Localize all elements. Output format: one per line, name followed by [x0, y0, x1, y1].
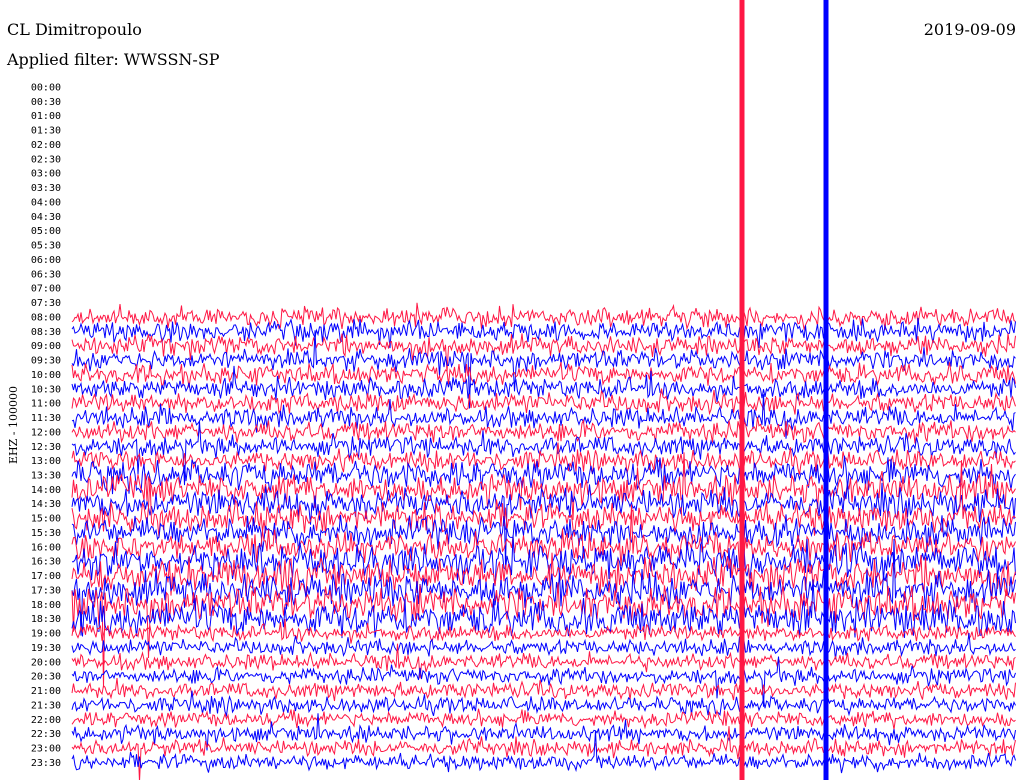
- time-tick-label: 19:00: [31, 629, 61, 640]
- time-tick-label: 13:00: [31, 456, 61, 467]
- time-tick-label: 12:30: [31, 442, 61, 453]
- time-tick-label: 06:00: [31, 255, 61, 266]
- time-tick-label: 10:00: [31, 370, 61, 381]
- time-tick-label: 20:00: [31, 657, 61, 668]
- time-tick-label: 22:00: [31, 715, 61, 726]
- time-tick-label: 08:00: [31, 312, 61, 323]
- time-tick-label: 04:00: [31, 197, 61, 208]
- time-tick-label: 21:30: [31, 700, 61, 711]
- time-tick-label: 12:00: [31, 427, 61, 438]
- time-tick-label: 11:00: [31, 399, 61, 410]
- channel-label: EHZ - 100000: [7, 386, 20, 464]
- event-spike-red: [739, 0, 745, 780]
- time-tick-label: 00:00: [31, 83, 61, 94]
- time-tick-label: 18:30: [31, 614, 61, 625]
- time-tick-label: 06:30: [31, 269, 61, 280]
- time-tick-label: 02:30: [31, 154, 61, 165]
- time-tick-label: 05:30: [31, 241, 61, 252]
- time-tick-label: 03:00: [31, 169, 61, 180]
- time-tick-label: 14:00: [31, 485, 61, 496]
- time-tick-label: 07:30: [31, 298, 61, 309]
- time-tick-label: 16:00: [31, 542, 61, 553]
- time-tick-label: 18:00: [31, 600, 61, 611]
- trace-row-1730: [71, 538, 1016, 636]
- time-tick-label: 01:30: [31, 126, 61, 137]
- time-tick-label: 10:30: [31, 384, 61, 395]
- time-tick-label: 14:30: [31, 499, 61, 510]
- time-tick-label: 05:00: [31, 226, 61, 237]
- time-tick-label: 22:30: [31, 729, 61, 740]
- time-tick-label: 09:00: [31, 341, 61, 352]
- time-tick-label: 17:30: [31, 585, 61, 596]
- helicorder-plot: 00:00 00:30 01:00 01:30 02:00 02:30 03:00 03:30…: [7, 0, 1016, 780]
- time-tick-label: 09:30: [31, 356, 61, 367]
- time-tick-label: 00:30: [31, 97, 61, 108]
- time-tick-label: 11:30: [31, 413, 61, 424]
- time-tick-label: 03:30: [31, 183, 61, 194]
- time-tick-label: 19:30: [31, 643, 61, 654]
- event-spike-blue: [823, 0, 829, 780]
- time-tick-label: 17:00: [31, 571, 61, 582]
- time-tick-label: 15:30: [31, 528, 61, 539]
- time-tick-label: 01:00: [31, 111, 61, 122]
- time-tick-label: 23:30: [31, 758, 61, 769]
- trace-row-1900: [71, 618, 1016, 644]
- time-tick-label: 13:30: [31, 470, 61, 481]
- trace-row-0930: [71, 330, 1016, 409]
- trace-row-0800: [71, 302, 1016, 331]
- time-axis: 00:00 00:30 01:00 01:30 02:00 02:30 03:00 03:30…: [31, 83, 61, 769]
- time-tick-label: 15:00: [31, 514, 61, 525]
- trace-row-2200: [71, 708, 1016, 730]
- time-tick-label: 08:30: [31, 327, 61, 338]
- time-tick-label: 02:00: [31, 140, 61, 151]
- trace-row-1130: [71, 394, 1016, 439]
- time-tick-label: 07:00: [31, 284, 61, 295]
- time-tick-label: 20:30: [31, 672, 61, 683]
- time-tick-label: 04:30: [31, 212, 61, 223]
- time-tick-label: 23:00: [31, 744, 61, 755]
- trace-group: [71, 0, 1016, 780]
- time-tick-label: 21:00: [31, 686, 61, 697]
- trace-row-2100: [71, 678, 1016, 702]
- time-tick-label: 16:30: [31, 557, 61, 568]
